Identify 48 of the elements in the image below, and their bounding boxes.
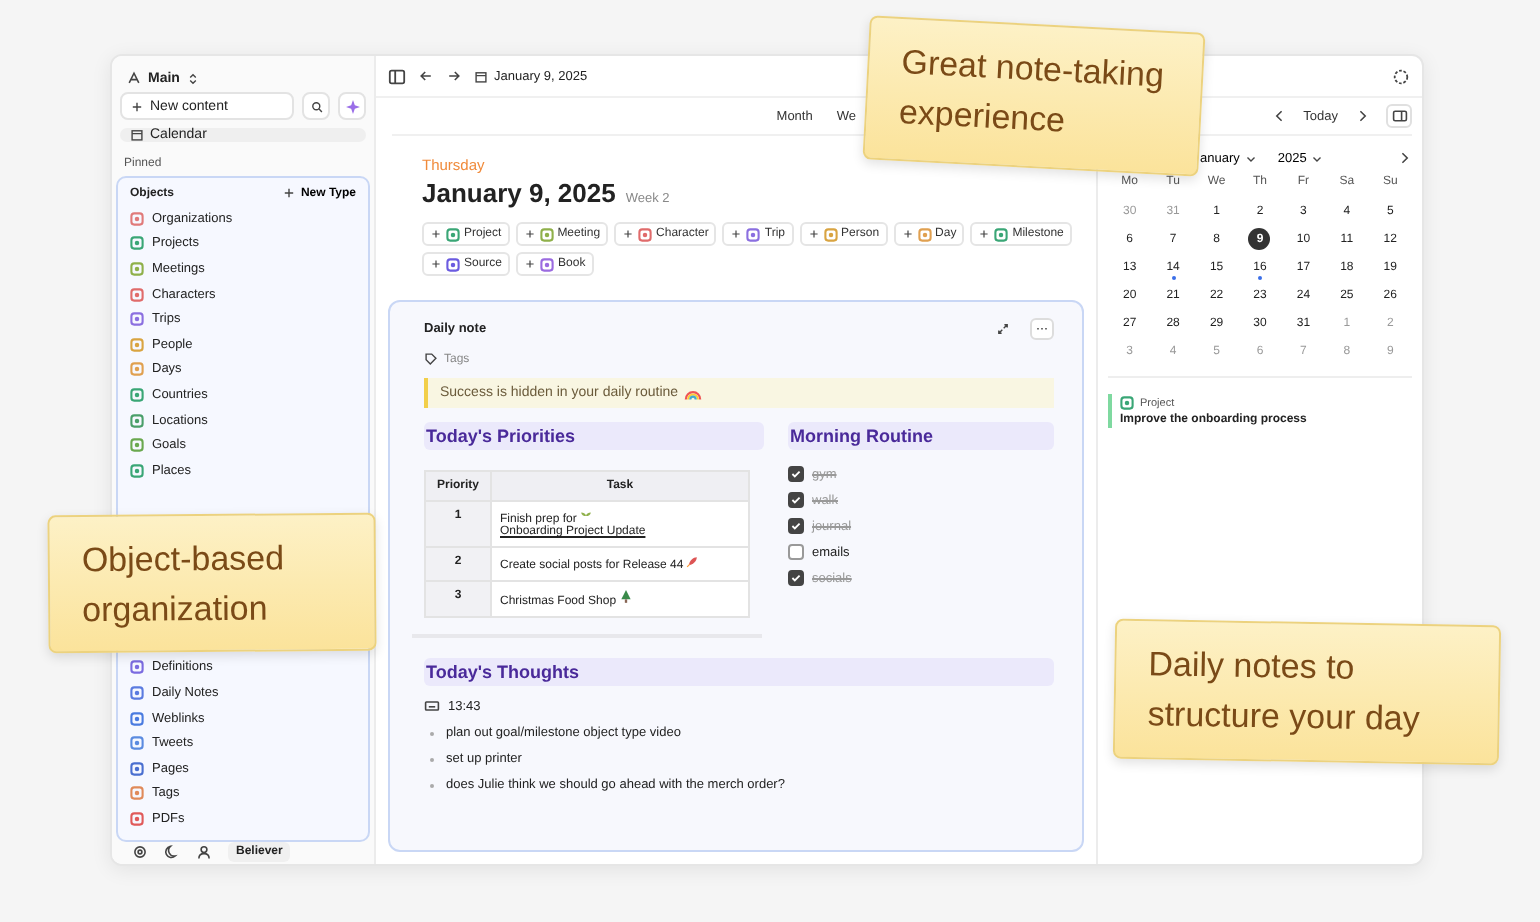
next-month-icon[interactable] <box>1396 150 1412 166</box>
moon-icon[interactable] <box>164 844 180 861</box>
plus-icon <box>730 228 743 240</box>
checkbox[interactable] <box>788 570 804 586</box>
sidebar-toggle-icon[interactable] <box>388 67 406 85</box>
sparkle-icon <box>345 99 359 113</box>
plus-icon <box>622 228 635 240</box>
calendar-icon <box>130 128 144 142</box>
checkbox[interactable] <box>788 544 804 560</box>
back-arrow-icon[interactable] <box>418 68 434 84</box>
plus-icon <box>807 228 820 240</box>
sparkle-button[interactable] <box>338 92 366 120</box>
plus-icon <box>978 228 991 240</box>
settings-icon[interactable] <box>132 844 148 861</box>
tag-icon <box>424 352 438 366</box>
plus-icon <box>524 258 537 270</box>
panel-icon <box>1391 108 1407 124</box>
search-icon <box>309 99 323 113</box>
previous-icon[interactable] <box>1271 108 1288 124</box>
calendar-icon <box>474 69 488 83</box>
project-icon <box>1120 396 1134 410</box>
rainbow-icon <box>684 387 703 399</box>
tree-icon <box>619 590 632 604</box>
section-heading: Today's Thoughts <box>424 658 1054 686</box>
forward-arrow-icon[interactable] <box>446 68 462 84</box>
plus-icon <box>430 228 442 240</box>
checkbox[interactable] <box>788 466 804 482</box>
checkbox[interactable] <box>788 518 804 534</box>
day-title: January 9, 2025 <box>422 178 616 208</box>
plus-icon <box>523 228 536 240</box>
section-heading: Morning Routine <box>788 422 1054 450</box>
plus-icon <box>430 258 442 270</box>
plus-icon <box>901 228 914 240</box>
next-icon[interactable] <box>1354 108 1370 124</box>
checkbox[interactable] <box>788 492 804 508</box>
chevrons-icon <box>185 71 200 85</box>
person-icon[interactable] <box>196 844 212 861</box>
expand-icon[interactable] <box>996 322 1010 336</box>
keyboard-icon <box>424 698 440 714</box>
workspace-icon <box>126 70 142 86</box>
loading-icon <box>1392 67 1410 85</box>
panel-toggle-button[interactable] <box>1386 104 1412 128</box>
callout-note: Daily notes to structure your day <box>1112 618 1502 766</box>
section-heading: Today's Priorities <box>424 422 764 450</box>
plus-icon <box>282 186 297 200</box>
callout-note: Object-based organization <box>47 512 377 654</box>
search-button[interactable] <box>302 92 330 120</box>
plus-icon <box>130 99 144 113</box>
